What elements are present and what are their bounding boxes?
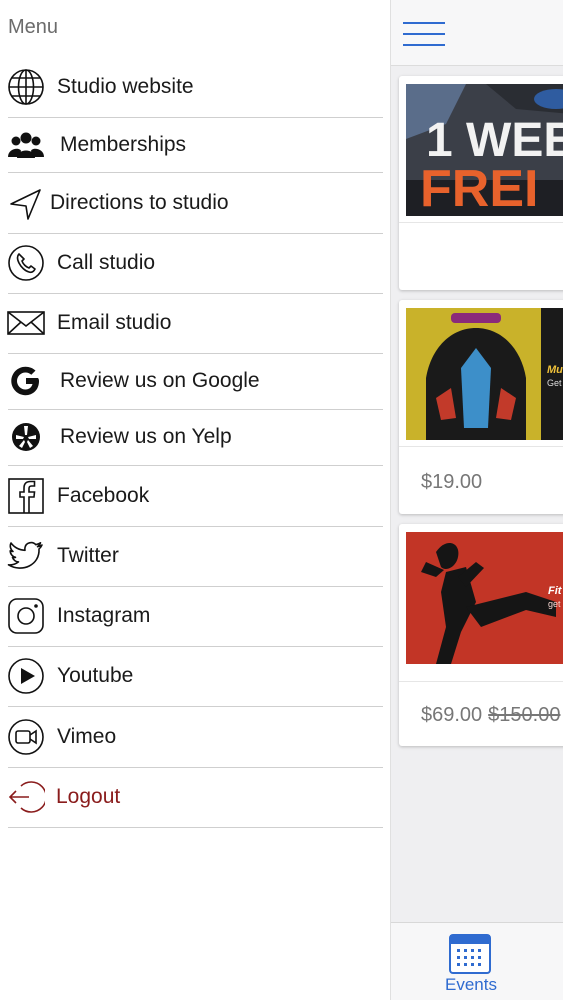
menu-item-label: Youtube: [57, 664, 134, 687]
menu-item-call[interactable]: Call studio: [0, 233, 383, 293]
phone-icon: [7, 244, 45, 282]
top-bar: [391, 0, 563, 66]
menu-item-email[interactable]: Email studio: [0, 293, 383, 353]
tab-events[interactable]: Events: [441, 929, 501, 999]
menu-item-review-yelp[interactable]: Review us on Yelp: [0, 409, 383, 465]
menu-item-instagram[interactable]: Instagram: [0, 586, 383, 646]
navigation-arrow-icon: [7, 184, 45, 222]
image-text-2: FREI: [420, 160, 538, 216]
card-divider: [399, 446, 563, 447]
card-divider: [399, 681, 563, 682]
tab-events-label: Events: [445, 975, 497, 994]
menu-item-label: Review us on Yelp: [60, 425, 232, 448]
menu-item-label: Facebook: [57, 483, 150, 507]
event-image: 1 WEE FREI: [406, 84, 563, 216]
menu-title: Menu: [8, 16, 59, 38]
event-image: Mu Get: [406, 308, 563, 440]
globe-icon: [7, 68, 45, 106]
facebook-icon: [7, 477, 45, 515]
menu-item-label: Instagram: [57, 604, 151, 627]
menu-item-label: Email studio: [57, 311, 172, 334]
menu-item-label: Memberships: [60, 132, 187, 156]
original-price: $150.00: [488, 704, 561, 726]
envelope-icon: [7, 304, 45, 342]
image-text: Fit: [548, 585, 563, 597]
youtube-icon: [7, 657, 45, 695]
side-menu: Menu Studio website Memberships Directio…: [0, 0, 390, 1000]
menu-item-studio-website[interactable]: Studio website: [0, 57, 383, 117]
menu-item-vimeo[interactable]: Vimeo: [0, 706, 383, 767]
calendar-icon: [449, 934, 491, 974]
menu-item-review-google[interactable]: Review us on Google: [0, 353, 383, 409]
menu-item-memberships[interactable]: Memberships: [0, 117, 383, 172]
menu-item-youtube[interactable]: Youtube: [0, 646, 383, 706]
twitter-icon: [7, 537, 45, 575]
vimeo-icon: [7, 718, 45, 756]
event-image: Fit get: [406, 532, 563, 664]
event-card[interactable]: Mu Get $19.00: [399, 300, 563, 514]
menu-item-label: Studio website: [57, 75, 194, 98]
people-icon: [7, 126, 45, 164]
menu-item-label: Logout: [56, 785, 121, 808]
card-divider: [399, 222, 563, 223]
menu-item-directions[interactable]: Directions to studio: [0, 172, 383, 233]
event-card[interactable]: 1 WEE FREI: [399, 76, 563, 290]
bottom-tab-bar: Events: [391, 922, 563, 1000]
menu-item-label: Call studio: [57, 251, 156, 274]
instagram-icon: [7, 597, 45, 635]
hamburger-menu-icon[interactable]: [403, 20, 445, 48]
menu-item-label: Vimeo: [57, 724, 117, 748]
image-subtext: Get: [547, 378, 562, 388]
event-price: $19.00: [421, 471, 483, 493]
menu-item-twitter[interactable]: Twitter: [0, 526, 383, 586]
events-screen: 1 WEE FREI Mu Get $19.00 Fit get $69.00 …: [390, 0, 563, 1000]
menu-item-facebook[interactable]: Facebook: [0, 465, 383, 526]
logout-icon: [7, 778, 45, 816]
google-icon: [7, 362, 45, 400]
menu-item-logout[interactable]: Logout: [0, 767, 383, 827]
image-subtext: get: [548, 599, 561, 609]
yelp-icon: [7, 418, 45, 456]
menu-divider: [8, 827, 383, 828]
event-price: $69.00 $150.00: [421, 704, 561, 726]
menu-item-label: Review us on Google: [60, 369, 260, 392]
event-card[interactable]: Fit get $69.00 $150.00: [399, 524, 563, 746]
menu-item-label: Directions to studio: [50, 190, 229, 214]
image-text: Mu: [547, 364, 563, 376]
menu-item-label: Twitter: [57, 544, 119, 567]
